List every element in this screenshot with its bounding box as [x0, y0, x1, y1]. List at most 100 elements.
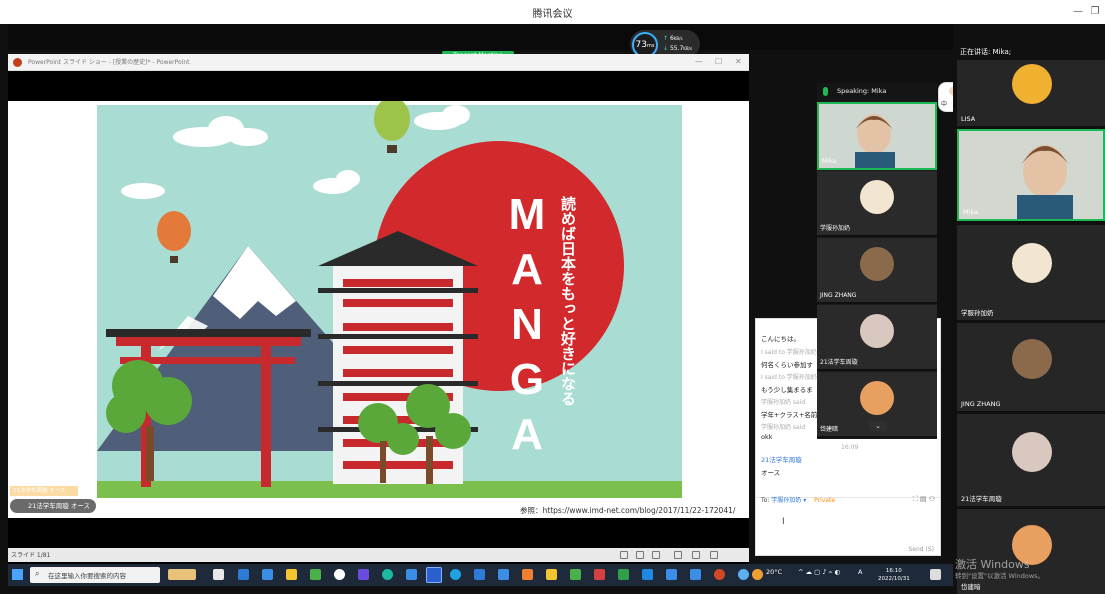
- edge-icon[interactable]: [382, 569, 393, 580]
- windows-start-icon[interactable]: [12, 569, 23, 580]
- weather-icon[interactable]: [752, 569, 763, 580]
- participant-tile[interactable]: LISA: [957, 60, 1105, 126]
- app-titlebar: 腾讯会议 — ❐: [0, 0, 1105, 24]
- participant-tile[interactable]: JING ZHANG: [957, 323, 1105, 411]
- app-icon[interactable]: [666, 569, 677, 580]
- floating-chat-bubble-2[interactable]: 21法学车周璇 オース: [10, 499, 96, 513]
- app-icon[interactable]: [738, 569, 749, 580]
- speaker-panel-header: Speaking: Mika: [817, 83, 937, 101]
- slideshow-view-icon[interactable]: [710, 551, 718, 559]
- chat-recipient[interactable]: 学服孙加奶: [771, 497, 801, 504]
- participant-name: LISA: [961, 115, 976, 123]
- comments-icon[interactable]: [636, 551, 644, 559]
- app-icon[interactable]: [570, 569, 581, 580]
- participant-tile[interactable]: Mika: [817, 102, 937, 170]
- mic-icon: [823, 87, 828, 96]
- participant-tile[interactable]: Mika: [957, 129, 1105, 221]
- send-button[interactable]: Send (S): [908, 546, 934, 553]
- chat-message: オース: [761, 469, 781, 477]
- chat-recipient-row[interactable]: To: 学服孙加奶 ▾ Private: [761, 495, 835, 504]
- app-icon[interactable]: [498, 569, 509, 580]
- app-icon[interactable]: [450, 569, 461, 580]
- participant-name: 21法学车周璇: [820, 359, 858, 366]
- private-label: Private: [814, 497, 836, 504]
- slide-letter-a: A: [511, 245, 543, 294]
- audio-app-icon[interactable]: [238, 569, 249, 580]
- ppt-maximize-icon[interactable]: ☐: [715, 57, 722, 66]
- right-speaker-header: 正在讲话: Mika;: [960, 48, 1012, 56]
- chat-message: 何名くらい参加す: [761, 361, 813, 369]
- mail-icon[interactable]: [406, 569, 417, 580]
- slide-letter-a2: A: [511, 410, 543, 459]
- participant-tile[interactable]: 岱建暗: [957, 509, 1105, 594]
- ime-indicator[interactable]: A: [858, 568, 862, 576]
- participant-tile[interactable]: JING ZHANG: [817, 238, 937, 304]
- people-icon[interactable]: ⚇: [929, 495, 935, 503]
- app-icon[interactable]: [546, 569, 557, 580]
- app-icon[interactable]: [310, 569, 321, 580]
- chevron-down-icon[interactable]: ⌄: [869, 421, 887, 431]
- chat-meta: I said to 学服孙加奶: [761, 374, 817, 381]
- weather-temp[interactable]: 20°C: [766, 568, 782, 576]
- video-feed: [819, 104, 935, 168]
- slide-counter: スライド 1/81: [11, 552, 51, 559]
- slide-letter-g: G: [510, 355, 544, 404]
- taskbar-search[interactable]: ⌕ 在这里输入你要搜索的内容: [30, 567, 160, 583]
- app-icon[interactable]: [618, 569, 629, 580]
- avatar: [860, 180, 894, 214]
- chat-meta: I said to 学服孙加奶: [761, 349, 817, 356]
- app-icon[interactable]: [358, 569, 369, 580]
- tencent-meeting-icon[interactable]: [426, 567, 442, 583]
- chat-meta: 学服孙加奶 said: [761, 399, 806, 406]
- normal-view-icon[interactable]: [652, 551, 660, 559]
- stage-top-strip: [8, 24, 953, 50]
- notification-icon[interactable]: [930, 569, 941, 580]
- app-icon[interactable]: [642, 569, 653, 580]
- participant-name: 学服孙加奶: [820, 225, 851, 232]
- screenshot-icon[interactable]: ⛶: [913, 495, 918, 503]
- chat-input[interactable]: I: [782, 517, 785, 527]
- ppt-statusbar: スライド 1/81: [8, 548, 749, 562]
- tray-icons[interactable]: ^ ☁ ▢ ♪ ⌁ ◐: [798, 568, 840, 576]
- ppt-minimize-icon[interactable]: —: [695, 57, 703, 66]
- avatar: [860, 381, 894, 415]
- sorter-view-icon[interactable]: [674, 551, 682, 559]
- avatar: [1012, 432, 1052, 472]
- file-icon[interactable]: ▤: [920, 495, 927, 503]
- chat-timestamp: 16:09: [841, 444, 859, 451]
- reading-view-icon[interactable]: [692, 551, 700, 559]
- slide-letter-n: N: [511, 300, 543, 349]
- chat-message: もう少し集まるま: [761, 386, 813, 394]
- notes-icon[interactable]: [620, 551, 628, 559]
- video-feed: [959, 131, 1103, 219]
- participant-tile[interactable]: 学服孙加奶: [957, 225, 1105, 320]
- app-icon[interactable]: [474, 569, 485, 580]
- taskbar-clock[interactable]: 16:10 2022/10/31: [878, 567, 910, 583]
- avatar: [1012, 64, 1052, 104]
- upload-rate: ↑ 6KB/s: [663, 35, 683, 42]
- app-icon[interactable]: [690, 569, 701, 580]
- browser-icon[interactable]: [334, 569, 345, 580]
- slide-illustration: M A N G A 読めば日本をもっと好きになる: [97, 97, 682, 498]
- participant-tile[interactable]: 21法学车周璇: [817, 305, 937, 371]
- powerpoint-taskbar-icon[interactable]: [714, 569, 725, 580]
- folder-icon[interactable]: [286, 569, 297, 580]
- checkmark-icon[interactable]: [213, 569, 224, 580]
- app-icon[interactable]: [522, 569, 533, 580]
- slide-canvas: M A N G A 読めば日本をもっと好きになる: [8, 97, 749, 518]
- minimize-button[interactable]: —: [1071, 6, 1085, 18]
- ppt-close-icon[interactable]: ✕: [735, 57, 742, 66]
- participant-tile[interactable]: 21法学车周璇: [957, 414, 1105, 506]
- participant-name: JING ZHANG: [820, 292, 857, 299]
- ppt-title: PowerPoint スライド ショー - [授業の歴史]* - PowerPo…: [28, 59, 190, 66]
- chevron-down-icon[interactable]: ▾: [803, 497, 806, 504]
- participant-tile[interactable]: 学服孙加奶: [817, 171, 937, 237]
- app-icon[interactable]: [594, 569, 605, 580]
- taskbar-widget-icon[interactable]: [168, 569, 196, 580]
- calendar-icon[interactable]: [262, 569, 273, 580]
- avatar: [860, 247, 894, 281]
- chat-sender: 21法学车周璇: [761, 456, 802, 464]
- restore-button[interactable]: ❐: [1088, 6, 1102, 18]
- app-title: 腾讯会议: [532, 9, 573, 20]
- slide-vertical-text: 読めば日本をもっと好きになる: [559, 195, 577, 406]
